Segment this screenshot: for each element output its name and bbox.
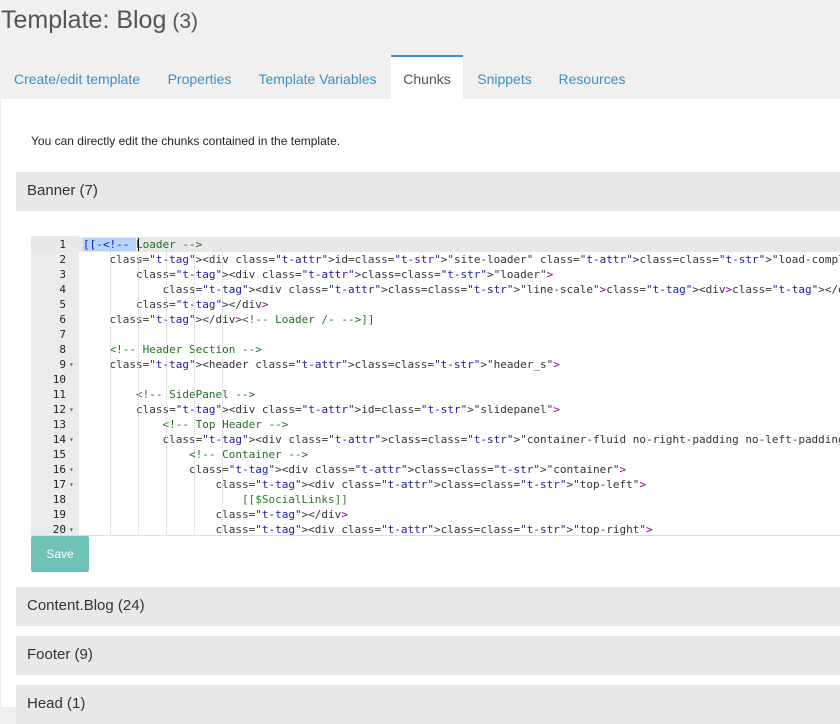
code-line[interactable]: 19 class="t-tag"></div> — [31, 507, 840, 522]
code-text: class="t-tag"><div class="t-attr">class=… — [215, 478, 646, 491]
line-number: 19 — [52, 508, 66, 521]
chunk-header-footer[interactable]: Footer (9) — [16, 636, 840, 675]
code-line[interactable]: 17 ▾ class="t-tag"><div class="t-attr">cl… — [31, 477, 840, 492]
line-number: 10 — [52, 373, 66, 386]
code-line[interactable]: 8 <!-- Header Section --> — [31, 342, 840, 357]
code-text: <!-- Top Header --> — [162, 418, 289, 431]
line-number: 18 — [52, 493, 66, 506]
code-text: [[$SocialLinks]] — [241, 493, 348, 506]
code-text: <!-- Container --> — [188, 448, 309, 461]
code-line[interactable]: 12 ▾ class="t-tag"><div class="t-attr">id… — [31, 402, 840, 417]
code-text: <!-- SidePanel --> — [135, 388, 256, 401]
chunk-header-banner[interactable]: Banner (7) — [16, 172, 840, 211]
code-line[interactable]: 2 class="t-tag"><div class="t-attr">id=c… — [31, 252, 840, 267]
tab-create-edit-template[interactable]: Create/edit template — [13, 56, 141, 100]
code-text: [[-<!-- Loader --> — [83, 238, 203, 251]
code-line[interactable]: 3 class="t-tag"><div class="t-attr">clas… — [31, 267, 840, 282]
page-title-text: Template: Blog — [1, 6, 167, 34]
code-line[interactable]: 9 ▾ class="t-tag"><header class="t-attr">… — [31, 357, 840, 372]
tab-bar: Create/edit template Properties Template… — [0, 55, 840, 102]
code-line[interactable]: 4 class="t-tag"><div class="t-attr">clas… — [31, 282, 840, 297]
code-line[interactable]: 11 <!-- SidePanel --> — [31, 387, 840, 402]
fold-arrow-icon[interactable]: ▾ — [69, 402, 74, 417]
fold-arrow-icon[interactable]: ▾ — [69, 522, 74, 535]
fold-arrow-icon[interactable]: ▾ — [69, 477, 74, 492]
code-line[interactable]: 15 <!-- Container --> — [31, 447, 840, 462]
line-number: 11 — [52, 388, 66, 401]
code-line[interactable]: 10 — [31, 372, 840, 387]
chunk-header-label: Banner (7) — [27, 182, 98, 199]
chunk-header-label: Footer (9) — [27, 646, 93, 663]
code-text: class="t-tag"><div class="t-attr">class=… — [215, 523, 653, 536]
fold-arrow-icon[interactable]: ▾ — [69, 357, 74, 372]
fold-arrow-icon[interactable]: ▾ — [69, 462, 74, 477]
code-line[interactable]: 14 ▾ class="t-tag"><div class="t-attr">cl… — [31, 432, 840, 447]
page-title: Template: Blog (3) — [1, 6, 198, 35]
indent-guide — [110, 251, 111, 535]
code-line[interactable]: 7 — [31, 327, 840, 342]
code-text: class="t-tag"></div> — [215, 508, 348, 521]
code-text: class="t-tag"><div class="t-attr">id=cla… — [109, 253, 840, 266]
code-line[interactable]: 5 class="t-tag"></div> — [31, 297, 840, 312]
code-text: class="t-tag"><div class="t-attr">class=… — [162, 433, 840, 446]
fold-arrow-icon[interactable]: ▾ — [69, 432, 74, 447]
line-number: 4 — [59, 283, 66, 296]
indent-guide — [194, 251, 195, 535]
code-editor[interactable]: 1 [[-<!-- Loader --> 2 class="t-tag"><div … — [31, 236, 840, 536]
tab-properties[interactable]: Properties — [167, 56, 232, 100]
indent-guide — [138, 251, 139, 535]
indent-guide — [166, 251, 167, 535]
template-count: (3) — [172, 10, 199, 33]
code-line[interactable]: 6 class="t-tag"></div><!-- Loader /- -->… — [31, 312, 840, 327]
tab-resources[interactable]: Resources — [558, 56, 626, 100]
tab-chunks[interactable]: Chunks — [391, 55, 463, 102]
line-number: 1 — [59, 238, 66, 251]
code-text: class="t-tag"><div class="t-attr">id=cla… — [135, 403, 560, 416]
line-number: 17 — [52, 478, 66, 491]
line-number: 12 — [52, 403, 66, 416]
code-text: class="t-tag"><div class="t-attr">class=… — [162, 283, 840, 296]
code-text: class="t-tag"><header class="t-attr">cla… — [109, 358, 560, 371]
indent-guide — [222, 251, 223, 535]
tab-template-variables[interactable]: Template Variables — [258, 56, 377, 100]
intro-text: You can directly edit the chunks contain… — [31, 134, 341, 148]
save-button[interactable]: Save — [31, 536, 89, 572]
code-line[interactable]: 16 ▾ class="t-tag"><div class="t-attr">cl… — [31, 462, 840, 477]
line-number: 14 — [52, 433, 66, 446]
line-number: 13 — [52, 418, 66, 431]
line-number: 6 — [59, 313, 66, 326]
line-number: 5 — [59, 298, 66, 311]
chunk-header-label: Content.Blog (24) — [27, 597, 145, 614]
line-number: 15 — [52, 448, 66, 461]
line-number: 16 — [52, 463, 66, 476]
line-number: 3 — [59, 268, 66, 281]
line-number: 8 — [59, 343, 66, 356]
line-number: 2 — [59, 253, 66, 266]
line-number: 9 — [59, 358, 66, 371]
code-line[interactable]: 13 <!-- Top Header --> — [31, 417, 840, 432]
line-number: 20 — [52, 523, 66, 536]
code-line[interactable]: 1 [[-<!-- Loader --> — [31, 237, 840, 252]
chunk-header-head[interactable]: Head (1) — [16, 685, 840, 724]
code-line[interactable]: 18 [[$SocialLinks]] — [31, 492, 840, 507]
chunk-header-content-blog[interactable]: Content.Blog (24) — [16, 587, 840, 626]
code-text: class="t-tag"><div class="t-attr">class=… — [188, 463, 627, 476]
code-line[interactable]: 20 ▾ class="t-tag"><div class="t-attr">cl… — [31, 522, 840, 536]
code-text: class="t-tag"></div><!-- Loader /- -->]] — [109, 313, 375, 326]
chunk-header-label: Head (1) — [27, 695, 86, 712]
line-number: 7 — [59, 328, 66, 341]
tab-snippets[interactable]: Snippets — [477, 56, 532, 100]
code-text: class="t-tag"><div class="t-attr">class=… — [135, 268, 554, 281]
